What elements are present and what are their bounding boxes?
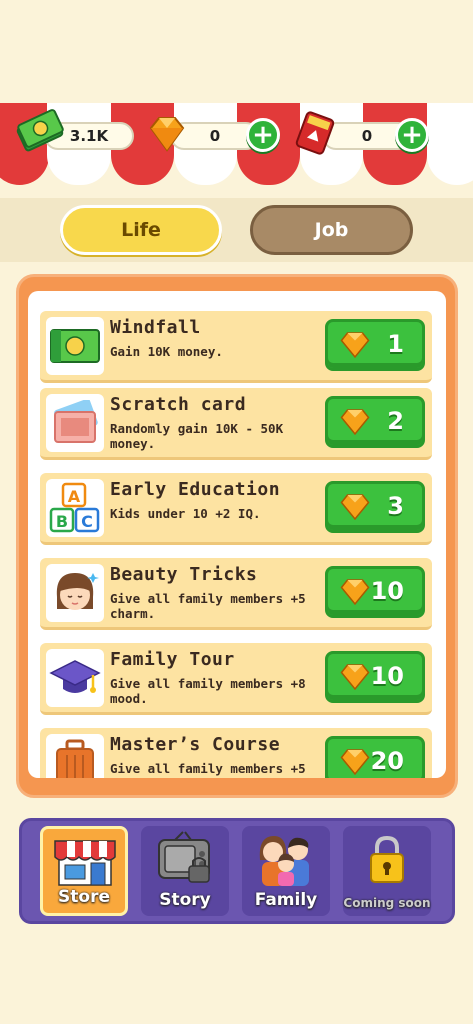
buy-masters-course-button[interactable]: 20	[325, 736, 425, 778]
price: 10	[370, 662, 404, 690]
item-title: Master’s Course	[110, 734, 281, 755]
buy-windfall-button[interactable]: 1	[325, 319, 425, 371]
add-gems-button[interactable]: +	[246, 118, 280, 152]
store-icon	[54, 840, 116, 886]
add-tickets-button[interactable]: +	[395, 118, 429, 152]
cash-icon	[16, 109, 64, 152]
tab-job[interactable]: Job	[250, 205, 413, 255]
nav-family-label: Family	[254, 890, 318, 910]
tv-icon	[158, 831, 210, 883]
buy-family-tour-button[interactable]: 10	[325, 651, 425, 703]
buy-beauty-tricks-button[interactable]: 10	[325, 566, 425, 618]
price: 2	[387, 407, 404, 435]
item-description: Gain 10K money.	[110, 344, 223, 359]
suitcase-icon	[56, 739, 94, 778]
ticket-icon	[295, 111, 335, 155]
store-item-early-education: A B C Early Education Kids under 10 +2 I…	[40, 473, 432, 545]
svg-text:A: A	[68, 487, 81, 506]
graduation-cap-icon	[49, 660, 101, 693]
price: 20	[370, 747, 404, 775]
gem-icon	[340, 579, 370, 606]
store-item-beauty-tricks: Beauty Tricks Give all family members +5…	[40, 558, 432, 630]
item-description: Give all family members +5 charm.	[110, 591, 306, 621]
nav-story-label: Story	[159, 890, 211, 910]
nav-coming-soon[interactable]: Coming soon	[343, 826, 431, 916]
item-title: Beauty Tricks	[110, 564, 258, 585]
item-title: Scratch card	[110, 394, 247, 415]
nav-family[interactable]: Family	[242, 826, 330, 916]
tab-life[interactable]: Life	[60, 205, 222, 255]
gem-icon	[340, 409, 370, 436]
nav-coming-soon-label: Coming soon	[343, 896, 431, 910]
store-list[interactable]: Windfall Gain 10K money. 1 Scratch card …	[28, 291, 446, 778]
store-item-windfall: Windfall Gain 10K money. 1	[40, 311, 432, 383]
gem-icon	[340, 749, 370, 776]
buy-early-education-button[interactable]: 3	[325, 481, 425, 533]
woman-face-icon	[56, 573, 99, 610]
gem-icon	[340, 664, 370, 691]
item-title: Early Education	[110, 479, 281, 500]
nav-store-label: Store	[58, 887, 110, 907]
gem-icon	[340, 332, 370, 359]
item-description: Randomly gain 10K - 50K money.	[110, 421, 284, 451]
store-item-masters-course: Master’s Course Give all family members …	[40, 728, 432, 778]
price: 10	[370, 577, 404, 605]
item-title: Windfall	[110, 317, 201, 338]
store-item-scratch-card: Scratch card Randomly gain 10K - 50K mon…	[40, 388, 432, 460]
item-description: Kids under 10 +2 IQ.	[110, 506, 261, 521]
lock-icon	[370, 836, 404, 883]
nav-story[interactable]: Story	[141, 826, 229, 916]
gem-icon	[149, 117, 185, 152]
nav-store[interactable]: Store	[40, 826, 128, 916]
svg-text:B: B	[56, 512, 68, 531]
gem-icon	[340, 494, 370, 521]
item-description: Give all family members +5	[110, 761, 306, 776]
item-description: Give all family members +8 mood.	[110, 676, 306, 706]
abc-blocks-icon: A B C	[49, 482, 100, 533]
cash-icon	[50, 329, 100, 363]
price: 3	[387, 492, 404, 520]
item-title: Family Tour	[110, 649, 235, 670]
scratch-card-icon	[54, 400, 98, 443]
svg-text:C: C	[81, 512, 93, 531]
price: 1	[387, 330, 404, 358]
store-item-family-tour: Family Tour Give all family members +8 m…	[40, 643, 432, 715]
family-icon	[259, 836, 309, 886]
buy-scratch-card-button[interactable]: 2	[325, 396, 425, 448]
